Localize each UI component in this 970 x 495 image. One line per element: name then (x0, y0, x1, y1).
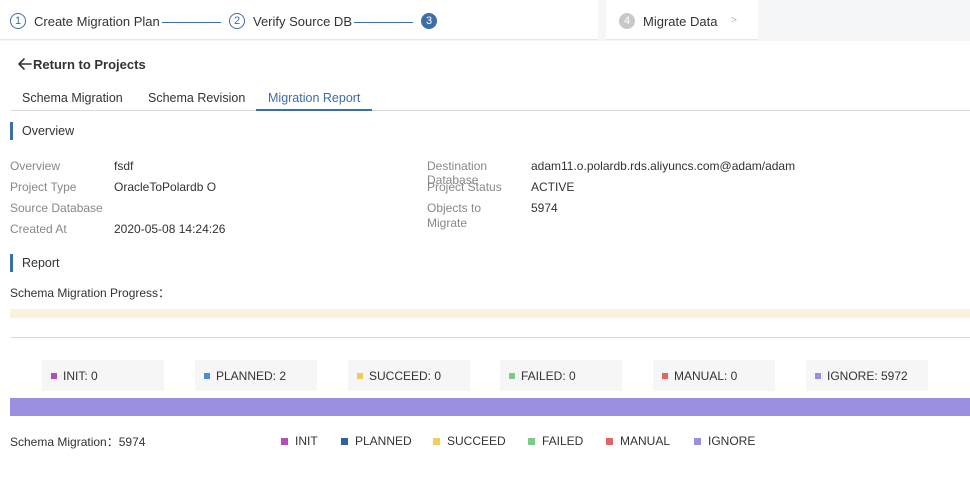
step-verify-source-db[interactable]: 2 Verify Source DB (229, 12, 352, 30)
status-chip-planned: PLANNED: 2 (195, 360, 317, 391)
legend-dot-failed (528, 437, 535, 445)
schema-migration-distribution-bar (10, 398, 970, 416)
step-number-2: 2 (229, 13, 245, 29)
step-label-create-migration-plan: Create Migration Plan (34, 13, 160, 29)
legend-label-succeed: SUCCEED (447, 434, 506, 448)
created-at-value: 2020-05-08 14:24:26 (114, 222, 226, 236)
legend-dot-ignore (694, 437, 701, 445)
chevron-right-icon[interactable]: > (731, 15, 737, 26)
legend-label-init: INIT (295, 434, 318, 448)
status-dot-succeed (357, 372, 363, 379)
legend-dot-manual (606, 437, 613, 445)
legend-item-ignore[interactable]: IGNORE (694, 434, 755, 448)
step-label-migrate-data: Migrate Data (643, 13, 718, 29)
status-chip-planned-label: PLANNED: 2 (216, 368, 287, 383)
project-type-label: Project Type (10, 180, 77, 194)
legend-label-planned: PLANNED (355, 434, 412, 448)
status-chip-failed: FAILED: 0 (500, 360, 622, 391)
status-chip-init-label: INIT: 0 (63, 368, 98, 383)
overview-label: Overview (10, 159, 61, 173)
project-status-value: ACTIVE (531, 180, 575, 194)
schema-migration-progress-label: Schema Migration Progress： (10, 286, 171, 300)
schema-migration-total: Schema Migration：5974 (10, 433, 145, 450)
legend-dot-init (281, 437, 288, 445)
schema-migration-progress-bar (10, 309, 970, 318)
legend-label-failed: FAILED (542, 434, 584, 448)
status-chip-manual-label: MANUAL: 0 (674, 368, 738, 383)
project-type-value: OracleToPolardb O (114, 180, 217, 194)
report-section-title: Report (10, 254, 60, 272)
legend-item-failed[interactable]: FAILED (528, 434, 583, 448)
status-dot-init (51, 372, 57, 379)
overview-value: fsdf (114, 159, 134, 173)
status-dot-manual (662, 372, 668, 379)
step-create-migration-plan[interactable]: 1 Create Migration Plan (10, 12, 160, 30)
schema-migration-total-label: Schema Migration： (10, 435, 119, 449)
arrow-left-icon (18, 58, 32, 70)
stepper-active-panel: 1 Create Migration Plan 2 Verify Source … (0, 0, 598, 40)
legend-dot-succeed (433, 437, 440, 445)
migration-stepper: 1 Create Migration Plan 2 Verify Source … (0, 0, 970, 41)
step-number-1: 1 (10, 13, 26, 29)
status-dot-planned (204, 372, 210, 379)
tab-schema-migration[interactable]: Schema Migration (10, 88, 135, 110)
legend-label-manual: MANUAL (620, 434, 671, 448)
step-migration-report[interactable]: 3 (421, 12, 437, 30)
status-dot-failed (509, 372, 515, 379)
legend-item-succeed[interactable]: SUCCEED (433, 434, 506, 448)
status-chip-manual: MANUAL: 0 (653, 360, 775, 391)
destination-database-value: adam11.o.polardb.rds.aliyuncs.com@adam/a… (531, 159, 796, 173)
status-chip-init: INIT: 0 (42, 360, 164, 391)
status-dot-ignore (815, 372, 821, 379)
status-chip-succeed-label: SUCCEED: 0 (369, 368, 442, 383)
overview-section-title: Overview (10, 122, 74, 140)
legend-item-planned[interactable]: PLANNED (341, 434, 412, 448)
bar-segment-ignore (10, 398, 970, 416)
status-chip-ignore-label: IGNORE: 5972 (827, 368, 908, 383)
legend-item-manual[interactable]: MANUAL (606, 434, 670, 448)
project-status-label: Project Status (427, 180, 502, 194)
step-number-4: 4 (619, 13, 635, 29)
return-to-projects-link[interactable]: Return to Projects (17, 56, 146, 72)
legend-dot-planned (341, 437, 348, 445)
schema-migration-total-value: 5974 (118, 435, 146, 449)
created-at-label: Created At (10, 222, 67, 236)
status-chip-succeed: SUCCEED: 0 (348, 360, 470, 391)
report-tabs: Schema Migration Schema Revision Migrati… (10, 88, 970, 111)
tab-migration-report[interactable]: Migration Report (256, 88, 373, 111)
return-to-projects-label: Return to Projects (33, 56, 146, 72)
step-connector-2 (354, 22, 413, 23)
status-chip-failed-label: FAILED: 0 (521, 368, 576, 383)
step-migrate-data[interactable]: 4 Migrate Data (619, 12, 717, 30)
divider (10, 337, 970, 338)
step-number-3: 3 (421, 13, 437, 29)
step-connector-1 (162, 22, 221, 23)
objects-to-migrate-label: Objects to Migrate (427, 201, 482, 230)
tab-schema-revision[interactable]: Schema Revision (136, 88, 257, 110)
status-chip-ignore: IGNORE: 5972 (806, 360, 928, 391)
legend-item-init[interactable]: INIT (281, 434, 318, 448)
legend-label-ignore: IGNORE (708, 434, 756, 448)
objects-to-migrate-value: 5974 (531, 201, 558, 215)
source-database-label: Source Database (10, 201, 103, 215)
step-label-verify-source-db: Verify Source DB (253, 13, 352, 29)
